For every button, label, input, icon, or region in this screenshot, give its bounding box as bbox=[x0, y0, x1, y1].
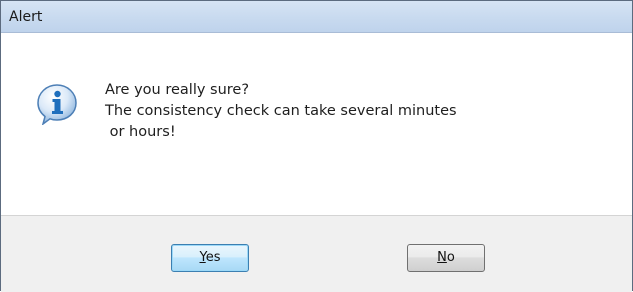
button-bar: Yes No bbox=[1, 216, 632, 292]
no-mnemonic: N bbox=[437, 250, 447, 265]
message-line: Are you really sure? bbox=[105, 82, 250, 98]
message-text: Are you really sure? The consistency che… bbox=[105, 80, 457, 143]
dialog-content: Are you really sure? The consistency che… bbox=[1, 34, 632, 214]
info-icon bbox=[37, 84, 77, 125]
message-line: or hours! bbox=[105, 124, 176, 140]
window-title: Alert bbox=[9, 9, 43, 25]
title-bar[interactable]: Alert bbox=[1, 1, 632, 33]
yes-label-rest: es bbox=[205, 250, 221, 265]
no-label-rest: o bbox=[446, 250, 455, 265]
alert-dialog: Alert Are you really sure? The consisten… bbox=[0, 0, 633, 292]
no-button[interactable]: No bbox=[407, 244, 485, 272]
yes-button[interactable]: Yes bbox=[171, 244, 249, 272]
message-line: The consistency check can take several m… bbox=[105, 103, 457, 119]
